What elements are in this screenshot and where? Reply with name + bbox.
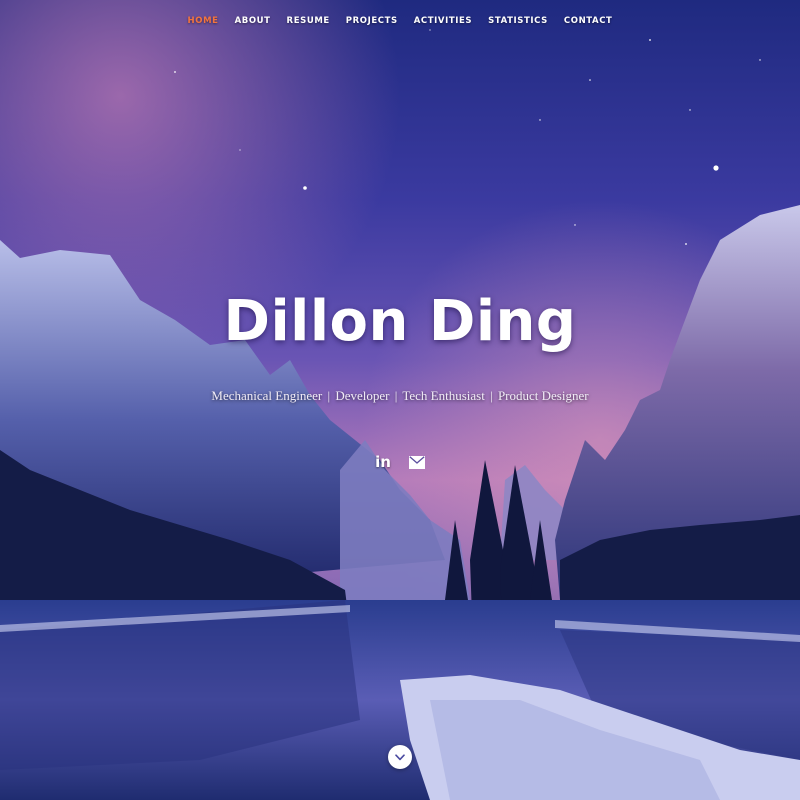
nav-item-resume[interactable]: RESUME <box>279 14 338 28</box>
chevron-down-icon <box>395 753 405 760</box>
linkedin-link[interactable]: in <box>373 452 393 472</box>
social-links: in <box>0 452 800 472</box>
role-developer: Developer <box>335 388 390 403</box>
nav-item-statistics[interactable]: STATISTICS <box>480 14 556 28</box>
envelope-icon <box>409 455 425 469</box>
email-link[interactable] <box>407 452 427 472</box>
scroll-down-button[interactable] <box>388 745 412 769</box>
hero-tagline: Mechanical Engineer | Developer | Tech E… <box>0 386 800 406</box>
nav-item-home[interactable]: HOME <box>180 14 227 28</box>
nav-item-projects[interactable]: PROJECTS <box>338 14 406 28</box>
main-nav: HOME ABOUT RESUME PROJECTS ACTIVITIES ST… <box>0 14 800 28</box>
nav-item-contact[interactable]: CONTACT <box>556 14 621 28</box>
nav-item-activities[interactable]: ACTIVITIES <box>406 14 480 28</box>
role-separator: | <box>327 388 331 403</box>
linkedin-icon: in <box>375 453 391 471</box>
nav-item-about[interactable]: ABOUT <box>227 14 279 28</box>
hero-name: Dillon Ding <box>223 289 577 354</box>
role-tech-enthusiast: Tech Enthusiast <box>402 388 485 403</box>
role-separator: | <box>490 388 493 403</box>
role-product-designer: Product Designer <box>497 388 589 403</box>
role-separator: | <box>394 388 398 403</box>
role-mechanical-engineer: Mechanical Engineer <box>211 388 323 403</box>
